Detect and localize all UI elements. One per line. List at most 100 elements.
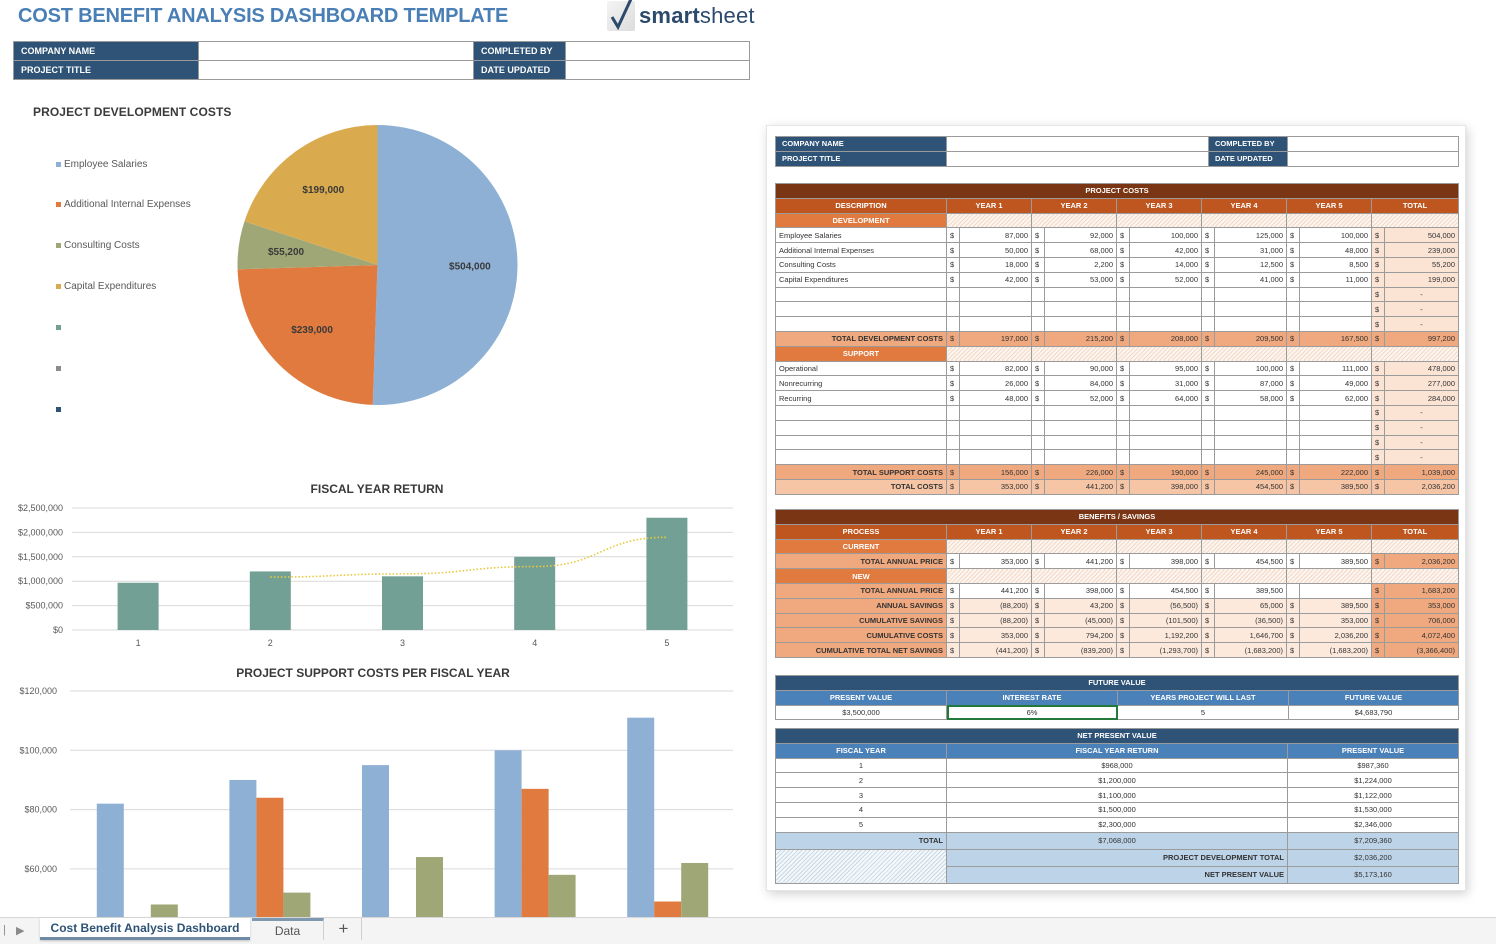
- cell-value[interactable]: 2,036,200: [1299, 627, 1372, 644]
- row-label[interactable]: TOTAL ANNUAL PRICE: [775, 553, 947, 570]
- cell-value[interactable]: 64,000: [1129, 390, 1202, 406]
- cell-value[interactable]: 82,000: [959, 360, 1032, 377]
- cell-value[interactable]: 11,000: [1299, 271, 1372, 288]
- row-label[interactable]: Capital Expenditures: [775, 271, 947, 288]
- cell-value[interactable]: [959, 419, 1032, 436]
- cell-value[interactable]: 58,000: [1214, 390, 1287, 406]
- cell-value[interactable]: (1,293,700): [1129, 642, 1202, 658]
- cell-value[interactable]: 95,000: [1129, 360, 1202, 377]
- cell-value[interactable]: [1044, 449, 1117, 466]
- bar[interactable]: [382, 576, 423, 630]
- cell-value[interactable]: [1044, 301, 1117, 318]
- npv-fiscal-year-return[interactable]: $1,200,000: [946, 772, 1288, 789]
- bar-operational[interactable]: [627, 717, 655, 918]
- cell-value[interactable]: [1129, 419, 1202, 436]
- cell-value[interactable]: (88,200): [959, 597, 1032, 614]
- cell-value[interactable]: 42,000: [1129, 242, 1202, 258]
- cell-value[interactable]: [1214, 404, 1287, 421]
- cell-value[interactable]: (56,500): [1129, 597, 1202, 614]
- cell-value[interactable]: 8,500: [1299, 256, 1372, 273]
- cell-value[interactable]: [1299, 301, 1372, 318]
- cell-value[interactable]: 48,000: [1299, 242, 1372, 258]
- row-label[interactable]: [775, 404, 947, 421]
- row-label[interactable]: CUMULATIVE SAVINGS: [775, 612, 947, 629]
- fv-years[interactable]: 5: [1117, 704, 1289, 721]
- cell-value[interactable]: [1044, 404, 1117, 421]
- bar-recurring[interactable]: [681, 862, 709, 918]
- cell-value[interactable]: 398,000: [1044, 582, 1117, 599]
- cell-value[interactable]: 53,000: [1044, 271, 1117, 288]
- cell-value[interactable]: [1044, 286, 1117, 303]
- bar-recurring[interactable]: [150, 904, 178, 918]
- cell-value[interactable]: [1214, 286, 1287, 303]
- cell-value[interactable]: [1129, 449, 1202, 466]
- panel-company-name-field[interactable]: [946, 136, 1209, 152]
- cell-value[interactable]: [1299, 404, 1372, 421]
- bar-recurring[interactable]: [416, 857, 443, 918]
- cell-value[interactable]: 49,000: [1299, 375, 1372, 392]
- cell-value[interactable]: [1129, 404, 1202, 421]
- cell-value[interactable]: 43,200: [1044, 597, 1117, 614]
- cell-value[interactable]: 41,000: [1214, 271, 1287, 288]
- cell-value[interactable]: 68,000: [1044, 242, 1117, 258]
- cell-value[interactable]: 1,646,700: [1214, 627, 1287, 644]
- cell-value[interactable]: 14,000: [1129, 256, 1202, 273]
- bar-recurring[interactable]: [283, 892, 311, 918]
- cell-value[interactable]: 111,000: [1299, 360, 1372, 377]
- cell-value[interactable]: 441,200: [959, 582, 1032, 599]
- cell-value[interactable]: 794,200: [1044, 627, 1117, 644]
- cell-value[interactable]: [1129, 434, 1202, 451]
- bar[interactable]: [249, 571, 291, 630]
- cell-value[interactable]: (45,000): [1044, 612, 1117, 629]
- row-label[interactable]: [775, 286, 947, 303]
- cell-value[interactable]: 87,000: [1214, 375, 1287, 392]
- cell-value[interactable]: 389,500: [1299, 553, 1372, 570]
- npv-fiscal-year-return[interactable]: $968,000: [946, 757, 1288, 774]
- row-label[interactable]: [775, 316, 947, 332]
- cell-value[interactable]: (441,200): [959, 642, 1032, 658]
- cell-value[interactable]: 100,000: [1299, 227, 1372, 244]
- cell-value[interactable]: 90,000: [1044, 360, 1117, 377]
- cell-value[interactable]: 84,000: [1044, 375, 1117, 392]
- row-label[interactable]: [775, 419, 947, 436]
- row-label[interactable]: Additional Internal Expenses: [775, 242, 947, 258]
- cell-value[interactable]: [1299, 316, 1372, 332]
- tab-scroll-left-icon[interactable]: |: [3, 924, 6, 936]
- bar-operational[interactable]: [229, 779, 257, 918]
- cell-value[interactable]: 62,000: [1299, 390, 1372, 406]
- cell-value[interactable]: [1044, 316, 1117, 332]
- company-name-field[interactable]: [198, 41, 474, 61]
- cell-value[interactable]: (101,500): [1129, 612, 1202, 629]
- cell-value[interactable]: 100,000: [1214, 360, 1287, 377]
- cell-value[interactable]: (36,500): [1214, 612, 1287, 629]
- pie-chart[interactable]: $504,000 $239,000 $55,200 $199,000: [235, 120, 530, 415]
- fiscal-year-return-chart[interactable]: FISCAL YEAR RETURN $0 $500,000 $1,000,000 $1…: [0, 478, 745, 653]
- npv-fiscal-year-return[interactable]: $1,100,000: [946, 787, 1288, 803]
- bar-operational[interactable]: [362, 765, 389, 918]
- cell-value[interactable]: 441,200: [1044, 553, 1117, 570]
- bar-operational[interactable]: [494, 750, 522, 918]
- row-label[interactable]: Nonrecurring: [775, 375, 947, 392]
- cell-value[interactable]: (1,683,200): [1214, 642, 1287, 658]
- cell-value[interactable]: 48,000: [959, 390, 1032, 406]
- npv-fiscal-year-return[interactable]: $1,500,000: [946, 801, 1288, 818]
- row-label[interactable]: Recurring: [775, 390, 947, 406]
- bar-nonrecurring[interactable]: [654, 901, 682, 918]
- panel-date-updated-field[interactable]: [1287, 150, 1459, 167]
- bar-nonrecurring[interactable]: [256, 797, 284, 918]
- cell-value[interactable]: [959, 286, 1032, 303]
- cell-value[interactable]: 92,000: [1044, 227, 1117, 244]
- bar-recurring[interactable]: [548, 874, 576, 918]
- cell-value[interactable]: 31,000: [1214, 242, 1287, 258]
- cell-value[interactable]: 31,000: [1129, 375, 1202, 392]
- cell-value[interactable]: 50,000: [959, 242, 1032, 258]
- bar-nonrecurring[interactable]: [521, 788, 549, 918]
- fv-present-value[interactable]: $3,500,000: [775, 704, 947, 721]
- cell-value[interactable]: (88,200): [959, 612, 1032, 629]
- row-label[interactable]: [775, 301, 947, 318]
- cell-value[interactable]: [959, 404, 1032, 421]
- cell-value[interactable]: [959, 301, 1032, 318]
- date-updated-field[interactable]: [565, 60, 750, 80]
- cell-value[interactable]: 353,000: [959, 553, 1032, 570]
- cell-value[interactable]: 353,000: [1299, 612, 1372, 629]
